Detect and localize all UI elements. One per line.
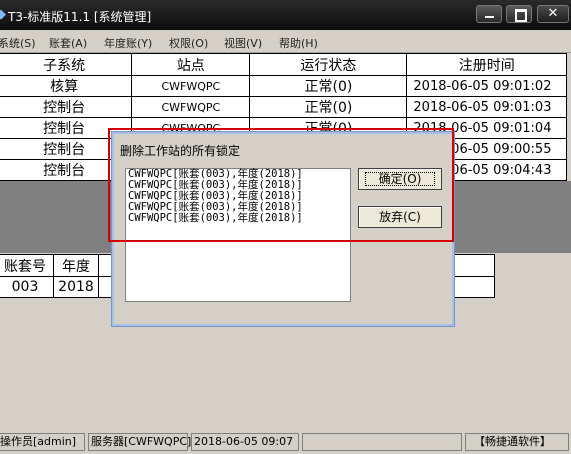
column-header: 子系统	[0, 53, 133, 76]
cell-time: 2018-06-05 09:01:02	[406, 75, 567, 97]
cell-subsystem: 控制台	[0, 96, 133, 118]
table-header-row: 子系统 站点 运行状态 注册时间	[0, 53, 567, 76]
cell-account-no: 003	[0, 276, 54, 298]
menu-help[interactable]: 帮助(H)	[279, 35, 318, 51]
maximize-button[interactable]	[506, 5, 532, 23]
table-row[interactable]: 控制台 CWFWQPC 正常(0) 2018-06-05 09:01:03	[0, 96, 567, 118]
status-datetime: 2018-06-05 09:07	[191, 433, 299, 451]
column-header: 年度	[53, 254, 99, 277]
status-empty	[302, 433, 462, 451]
minimize-button[interactable]	[476, 5, 502, 23]
column-header: 运行状态	[249, 53, 408, 76]
menu-bar: 系统(S) 账套(A) 年度账(Y) 权限(O) 视图(V) 帮助(H)	[0, 31, 571, 53]
menu-permission[interactable]: 权限(O)	[169, 35, 208, 51]
column-header: 账套号	[0, 254, 54, 277]
cell-status: 正常(0)	[249, 75, 408, 97]
cell-site: CWFWQPC	[131, 75, 251, 97]
cell-subsystem: 核算	[0, 75, 133, 97]
highlight-box	[108, 128, 454, 242]
column-header: 注册时间	[406, 53, 567, 76]
window-title: T3-标准版11.1 [系统管理]	[8, 10, 152, 24]
menu-account[interactable]: 账套(A)	[49, 35, 87, 51]
cell-year: 2018	[53, 276, 99, 298]
menu-view[interactable]: 视图(V)	[224, 35, 262, 51]
status-server: 服务器[CWFWQPC]	[88, 433, 191, 451]
close-button[interactable]: ✕	[537, 5, 569, 23]
status-bar: 操作员[admin] 服务器[CWFWQPC] 2018-06-05 09:07…	[0, 430, 571, 454]
cell-time: 2018-06-05 09:01:03	[406, 96, 567, 118]
column-header: 站点	[131, 53, 251, 76]
menu-year-account[interactable]: 年度账(Y)	[104, 35, 152, 51]
cell-site: CWFWQPC	[131, 96, 251, 118]
cell-status: 正常(0)	[249, 96, 408, 118]
status-brand: 【畅捷通软件】	[465, 433, 569, 451]
menu-system[interactable]: 系统(S)	[0, 35, 36, 51]
close-icon: ✕	[547, 6, 559, 21]
table-row[interactable]: 核算 CWFWQPC 正常(0) 2018-06-05 09:01:02	[0, 75, 567, 97]
maximize-icon	[515, 9, 527, 22]
status-operator: 操作员[admin]	[0, 433, 85, 451]
minimize-icon	[485, 16, 494, 18]
title-bar: ◆ T3-标准版11.1 [系统管理] ✕	[0, 0, 571, 30]
